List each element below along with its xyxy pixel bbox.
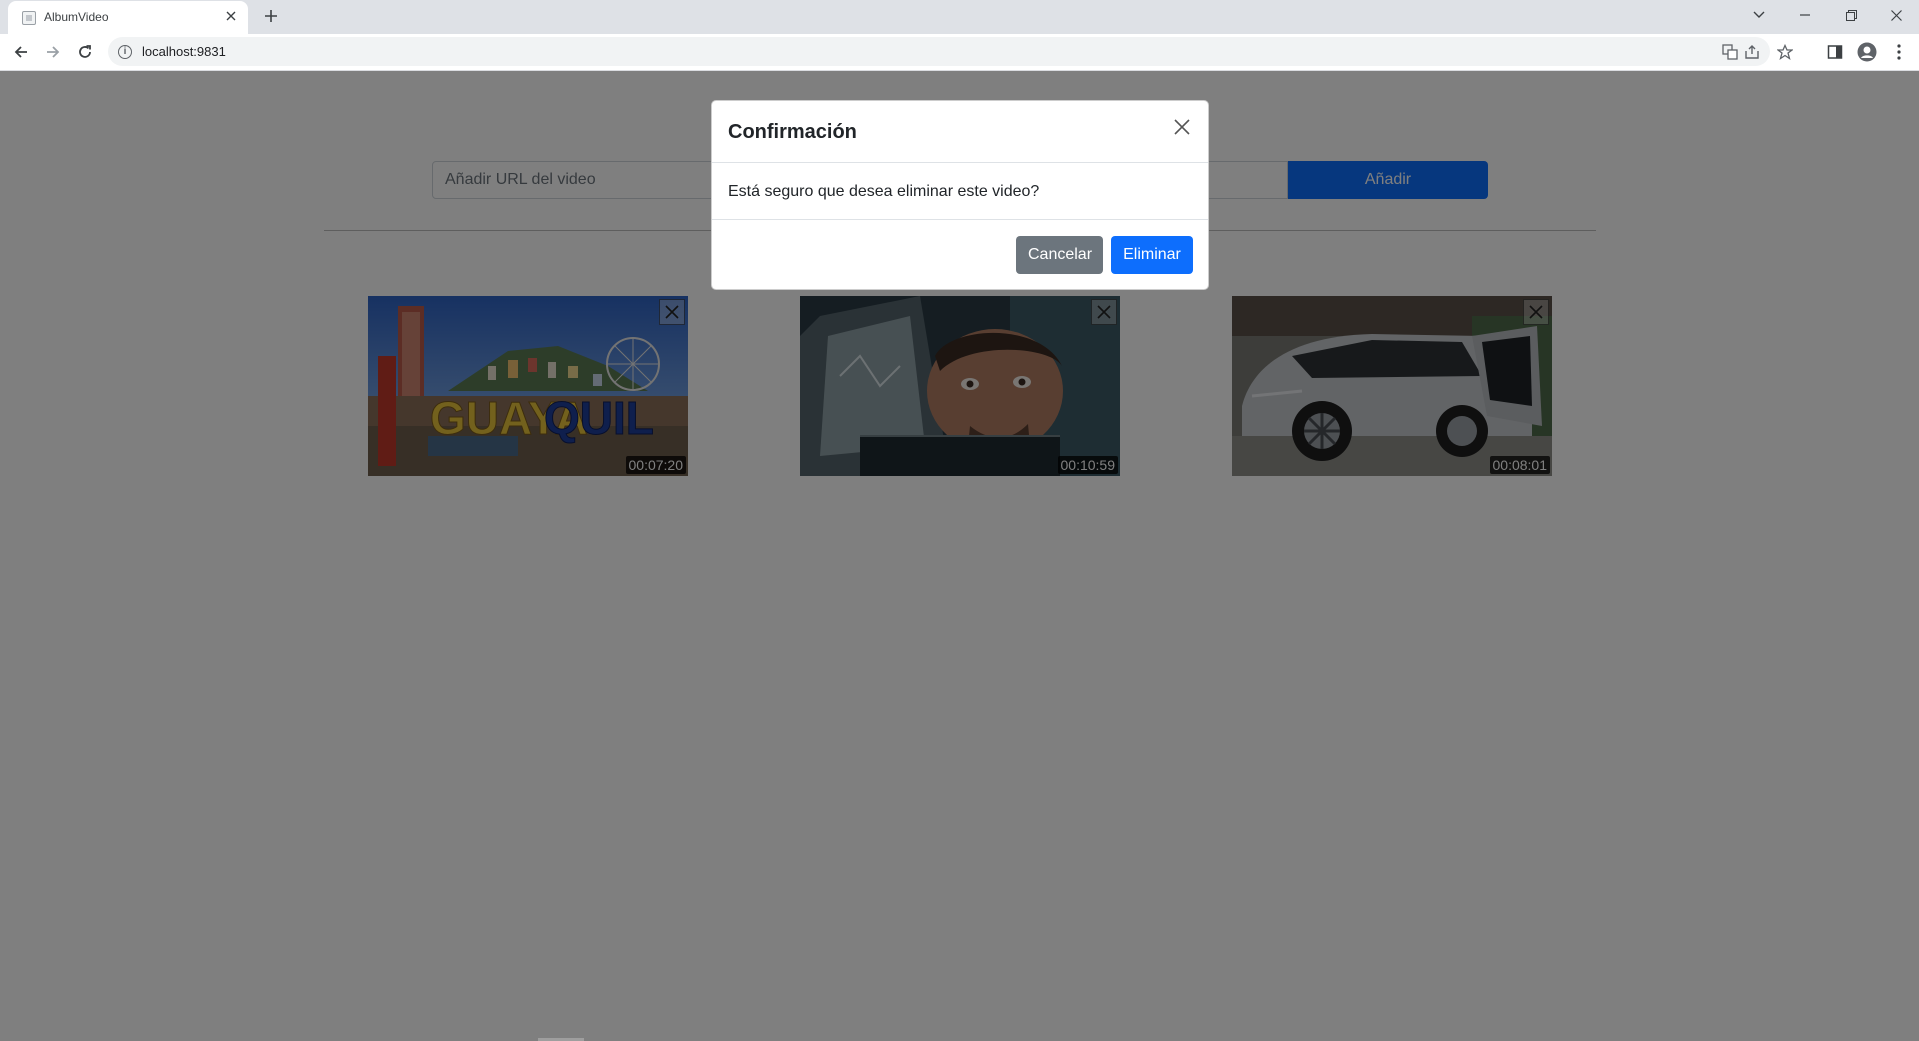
- modal-title: Confirmación: [728, 121, 857, 143]
- more-vert-icon[interactable]: [1885, 38, 1913, 66]
- cancel-button[interactable]: Cancelar: [1016, 236, 1103, 274]
- url-text: localhost:9831: [142, 44, 226, 59]
- translate-icon[interactable]: [1719, 41, 1741, 63]
- share-icon[interactable]: [1741, 41, 1763, 63]
- delete-confirm-button[interactable]: Eliminar: [1111, 236, 1193, 274]
- reload-icon[interactable]: [71, 38, 99, 66]
- side-panel-icon[interactable]: [1821, 38, 1849, 66]
- browser-toolbar: i localhost:9831: [0, 34, 1919, 71]
- forward-arrow-icon[interactable]: [39, 38, 67, 66]
- back-arrow-icon[interactable]: [7, 38, 35, 66]
- restore-icon[interactable]: [1828, 0, 1874, 30]
- new-tab-plus-icon[interactable]: [259, 5, 283, 29]
- page-favicon-icon: [22, 11, 36, 25]
- browser-tab-strip: AlbumVideo: [0, 0, 1919, 34]
- confirm-delete-dialog: Confirmación Está seguro que desea elimi…: [711, 100, 1209, 290]
- close-window-icon[interactable]: [1873, 0, 1919, 30]
- tab-title: AlbumVideo: [44, 10, 109, 24]
- site-info-icon[interactable]: i: [118, 45, 132, 59]
- minimize-icon[interactable]: [1782, 0, 1828, 30]
- address-bar[interactable]: i localhost:9831: [108, 37, 1793, 66]
- modal-header: Confirmación: [712, 101, 1208, 163]
- modal-footer: Cancelar Eliminar: [712, 220, 1208, 290]
- tab-search-chevron-down-icon[interactable]: [1736, 0, 1782, 30]
- modal-body: Está seguro que desea eliminar este vide…: [712, 163, 1208, 220]
- modal-message: Está seguro que desea eliminar este vide…: [728, 183, 1040, 200]
- modal-close-icon[interactable]: [1168, 113, 1196, 141]
- star-bookmark-icon[interactable]: [1774, 41, 1796, 63]
- profile-avatar-icon[interactable]: [1853, 38, 1881, 66]
- browser-tab[interactable]: AlbumVideo: [8, 1, 248, 34]
- tab-close-icon[interactable]: [222, 8, 240, 26]
